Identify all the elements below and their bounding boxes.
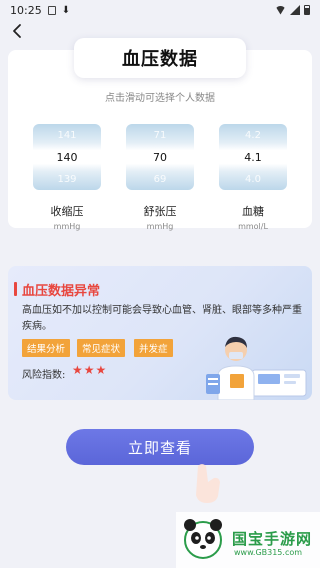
status-right [275, 5, 310, 15]
picker-prev-value: 141 [57, 129, 77, 141]
back-button[interactable] [6, 20, 28, 42]
battery-icon [304, 5, 310, 15]
systolic-label: 收缩压 [50, 205, 84, 218]
signal-icon [290, 5, 300, 15]
diastolic-label: 舒张压 [143, 205, 177, 218]
risk-label: 风险指数: [22, 370, 66, 381]
view-now-button[interactable]: 立即查看 [66, 429, 254, 465]
panda-logo [184, 519, 222, 559]
notification-icon [47, 5, 56, 15]
picker-prev-value: 4.2 [245, 129, 261, 141]
complications-tag[interactable]: 并发症 [134, 339, 173, 357]
picker-hint: 点击滑动可选择个人数据 [105, 93, 215, 104]
systolic-unit: mmHg [53, 222, 81, 231]
picker-current-value: 70 [153, 150, 167, 164]
picker-next-value: 4.0 [245, 173, 261, 185]
systolic-picker[interactable]: 141 140 139 [33, 124, 101, 190]
alert-accent-bar [14, 282, 17, 296]
blood-sugar-label: 血糖 [242, 205, 264, 218]
risk-stars: ★★★ [72, 363, 108, 377]
wifi-icon [275, 5, 286, 15]
blood-sugar-unit: mmol/L [238, 222, 268, 231]
chevron-left-icon [13, 24, 21, 38]
blood-sugar-picker[interactable]: 4.2 4.1 4.0 [219, 124, 287, 190]
page-title: 血压数据 [74, 38, 246, 78]
picker-next-value: 139 [57, 173, 77, 185]
picker-current-value: 4.1 [244, 150, 262, 164]
status-bar: 10:25 ⬇ [0, 0, 320, 20]
diastolic-picker[interactable]: 71 70 69 [126, 124, 194, 190]
result-analysis-tag[interactable]: 结果分析 [22, 339, 71, 357]
doctor-illustration [206, 336, 307, 400]
diastolic-unit: mmHg [146, 222, 174, 231]
status-time: 10:25 [10, 3, 42, 17]
watermark-url: www.GB315.com [234, 548, 303, 557]
pointing-hand-icon [196, 464, 220, 503]
watermark-brand: 国宝手游网 [232, 530, 313, 548]
picker-next-value: 69 [153, 173, 167, 185]
download-icon: ⬇ [61, 4, 71, 16]
alert-title: 血压数据异常 [22, 284, 101, 299]
common-symptoms-tag[interactable]: 常见症状 [77, 339, 126, 357]
picker-prev-value: 71 [153, 129, 167, 141]
status-left: 10:25 ⬇ [10, 4, 70, 17]
picker-current-value: 140 [56, 150, 78, 164]
